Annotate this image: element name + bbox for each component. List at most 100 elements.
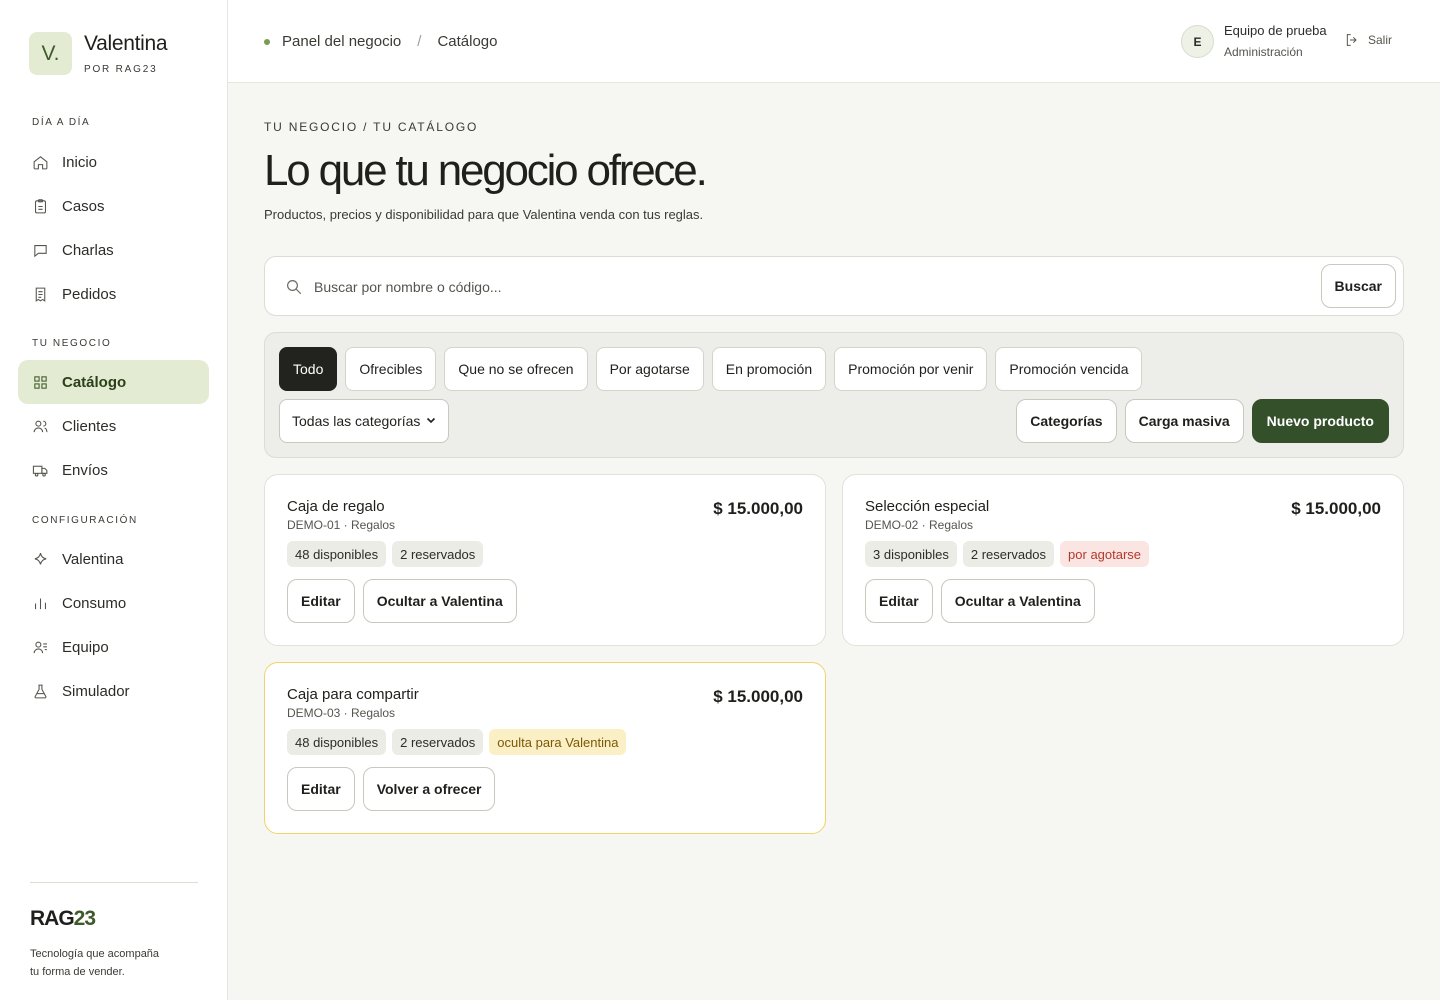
nav-section-configuracion: CONFIGURACIÓN Valentina Consumo Equipo S… (0, 514, 228, 713)
sidebar-item-label: Inicio (62, 153, 98, 171)
filter-chip-en-promocion[interactable]: En promoción (711, 347, 827, 391)
product-meta: DEMO-01 · Regalos (287, 518, 396, 532)
product-card: Caja de regalo DEMO-01 · Regalos $ 15.00… (264, 474, 826, 646)
search-bar: Buscar (264, 256, 1404, 316)
product-name: Caja de regalo (287, 498, 385, 515)
user-menu[interactable]: E Equipo de prueba Administración (1181, 24, 1327, 59)
sidebar-item-simulador[interactable]: Simulador (18, 669, 209, 713)
nav-heading: TU NEGOCIO (32, 338, 112, 349)
product-name: Caja para compartir (287, 686, 419, 703)
low-stock-badge: por agotarse (1060, 541, 1150, 567)
user-role: Administración (1224, 45, 1303, 59)
sidebar-item-label: Valentina (62, 550, 124, 568)
brand[interactable]: V. Valentina POR RAG23 (29, 32, 168, 75)
product-card: Caja para compartir DEMO-03 · Regalos $ … (264, 662, 826, 834)
filter-chip-no-se-ofrecen[interactable]: Que no se ofrecen (444, 347, 588, 391)
search-button[interactable]: Buscar (1320, 264, 1396, 308)
sidebar-item-label: Consumo (62, 594, 127, 612)
nav-section-tu-negocio: TU NEGOCIO Catálogo Clientes Envíos (0, 337, 228, 492)
bar-chart-icon (35, 598, 46, 609)
filter-chip-promocion-vencida[interactable]: Promoción vencida (995, 347, 1143, 391)
stock-badge: 3 disponibles (865, 541, 957, 567)
logout-label: Salir (1368, 33, 1393, 47)
product-actions: Editar Volver a ofrecer (287, 767, 503, 811)
reserved-badge: 2 reservados (392, 541, 484, 567)
home-icon (33, 155, 48, 169)
page-eyebrow: TU NEGOCIO / TU CATÁLOGO (264, 120, 479, 134)
bulk-upload-button[interactable]: Carga masiva (1124, 399, 1244, 443)
hide-from-valentina-button[interactable]: Ocultar a Valentina (940, 579, 1095, 623)
product-tags: 48 disponibles 2 reservados (287, 541, 489, 567)
breadcrumb-separator: / (417, 33, 422, 50)
stock-badge: 48 disponibles (287, 729, 387, 755)
users-icon (33, 420, 48, 432)
team-icon (33, 641, 47, 653)
sidebar-item-clientes[interactable]: Clientes (18, 404, 209, 448)
product-tags: 48 disponibles 2 reservados oculta para … (287, 729, 632, 755)
categories-button[interactable]: Categorías (1016, 399, 1117, 443)
search-input[interactable] (314, 275, 1214, 299)
sidebar-item-envios[interactable]: Envíos (18, 448, 209, 492)
chevron-down-icon (426, 417, 436, 424)
filter-chip-todo[interactable]: Todo (279, 347, 338, 391)
sidebar-item-label: Envíos (62, 461, 108, 479)
product-actions: Editar Ocultar a Valentina (287, 579, 525, 623)
footer-tagline: Tecnología que acompaña tu forma de vend… (30, 948, 160, 978)
receipt-icon (35, 287, 46, 302)
sidebar-item-pedidos[interactable]: Pedidos (18, 272, 209, 316)
product-price: $ 15.000,00 (713, 687, 803, 706)
nav-heading: DÍA A DÍA (32, 117, 91, 128)
breadcrumb-item-panel[interactable]: Panel del negocio (282, 33, 401, 50)
nav-section-dia-a-dia: DÍA A DÍA Inicio Casos Charlas Pedidos (0, 116, 228, 316)
product-card: Selección especial DEMO-02 · Regalos $ 1… (842, 474, 1404, 646)
filter-chip-por-agotarse[interactable]: Por agotarse (595, 347, 704, 391)
grid-icon (34, 375, 47, 389)
avatar: E (1181, 25, 1214, 58)
category-select[interactable]: Todas las categorías (279, 399, 449, 443)
stock-badge: 48 disponibles (287, 541, 387, 567)
sidebar-item-inicio[interactable]: Inicio (18, 140, 209, 184)
filter-chip-ofrecibles[interactable]: Ofrecibles (345, 347, 437, 391)
chat-icon (34, 244, 47, 257)
edit-button[interactable]: Editar (287, 767, 355, 811)
sidebar-item-label: Charlas (62, 241, 114, 259)
brand-name: Valentina (84, 32, 168, 55)
filter-panel: Todo Ofrecibles Que no se ofrecen Por ag… (264, 332, 1404, 458)
hide-from-valentina-button[interactable]: Ocultar a Valentina (362, 579, 517, 623)
clipboard-icon (35, 198, 46, 213)
sidebar-item-label: Equipo (62, 638, 109, 656)
brand-subtitle: POR RAG23 (84, 64, 158, 75)
sidebar-item-label: Clientes (62, 417, 117, 435)
sidebar: V. Valentina POR RAG23 DÍA A DÍA Inicio … (0, 0, 228, 1000)
footer-logo: RAG23 (30, 907, 96, 930)
edit-button[interactable]: Editar (865, 579, 933, 623)
logout-icon (1346, 34, 1357, 46)
sidebar-item-label: Pedidos (62, 285, 117, 303)
page-subtitle: Productos, precios y disponibilidad para… (264, 207, 704, 222)
product-price: $ 15.000,00 (713, 499, 803, 518)
breadcrumb-item-catalogo: Catálogo (437, 33, 498, 50)
sidebar-item-consumo[interactable]: Consumo (18, 581, 209, 625)
sidebar-item-label: Simulador (62, 682, 130, 700)
filter-chip-promocion-por-venir[interactable]: Promoción por venir (834, 347, 988, 391)
sidebar-item-valentina[interactable]: Valentina (18, 537, 209, 581)
sidebar-item-charlas[interactable]: Charlas (18, 228, 209, 272)
sidebar-item-casos[interactable]: Casos (18, 184, 209, 228)
filter-chips: Todo Ofrecibles Que no se ofrecen Por ag… (279, 347, 1150, 391)
product-price: $ 15.000,00 (1291, 499, 1381, 518)
nav-heading: CONFIGURACIÓN (32, 515, 138, 526)
breadcrumb-dot (264, 38, 270, 45)
product-meta: DEMO-03 · Regalos (287, 706, 396, 720)
page-title: Lo que tu negocio ofrece. (264, 146, 708, 195)
edit-button[interactable]: Editar (287, 579, 355, 623)
topbar: Panel del negocio / Catálogo E Equipo de… (228, 0, 1440, 83)
sidebar-item-label: Casos (62, 197, 105, 215)
product-actions: Editar Ocultar a Valentina (865, 579, 1103, 623)
logout-button[interactable]: Salir (1344, 32, 1392, 48)
sidebar-item-catalogo[interactable]: Catálogo (18, 360, 209, 404)
new-product-button[interactable]: Nuevo producto (1251, 399, 1389, 443)
product-name: Selección especial (865, 498, 990, 515)
sidebar-item-equipo[interactable]: Equipo (18, 625, 209, 669)
product-tags: 3 disponibles 2 reservados por agotarse (865, 541, 1155, 567)
offer-again-button[interactable]: Volver a ofrecer (362, 767, 496, 811)
